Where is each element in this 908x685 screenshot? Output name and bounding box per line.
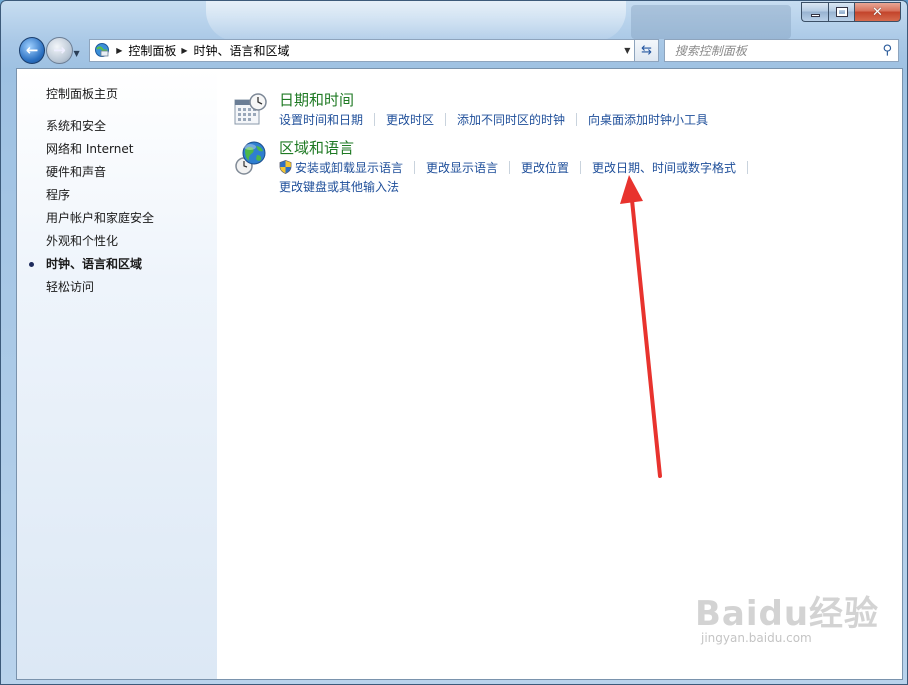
link-divider — [414, 161, 416, 174]
link-divider — [747, 161, 749, 174]
address-dropdown-icon[interactable]: ▼ — [624, 46, 630, 55]
address-bar[interactable]: ▶ 控制面板 ▶ 时钟、语言和区域 ▼ — [89, 38, 636, 62]
sidebar-item-network-internet[interactable]: 网络和 Internet — [46, 141, 154, 164]
glass-background — [631, 5, 791, 39]
search-placeholder: 搜索控制面板 — [674, 43, 747, 58]
breadcrumb-current[interactable]: 时钟、语言和区域 — [194, 42, 290, 59]
link-add-clock-gadget[interactable]: 向桌面添加时钟小工具 — [588, 111, 708, 128]
globe-clock-icon[interactable] — [233, 140, 269, 176]
link-label: 安装或卸载显示语言 — [295, 161, 404, 175]
watermark: Baidu经验 jingyan.baidu.com — [695, 586, 879, 645]
close-icon: ✕ — [872, 4, 883, 20]
link-change-display-language[interactable]: 更改显示语言 — [426, 159, 498, 176]
close-button[interactable]: ✕ — [854, 2, 901, 22]
breadcrumb-separator[interactable]: ▶ — [181, 46, 187, 55]
link-divider — [576, 113, 578, 126]
minimize-button[interactable] — [801, 2, 828, 22]
category-title-date-time[interactable]: 日期和时间 — [279, 89, 354, 110]
uac-shield-icon — [279, 160, 292, 174]
link-add-clocks[interactable]: 添加不同时区的时钟 — [457, 111, 565, 128]
search-input[interactable]: 搜索控制面板 ⚲ — [663, 38, 900, 62]
category-links-date-time: 设置时间和日期 更改时区 添加不同时区的时钟 向桌面添加时钟小工具 — [279, 111, 708, 128]
watermark-logo: Baidu经验 — [695, 594, 880, 634]
navigation-bar: ← → ▼ ▶ 控制面板 ▶ 时钟、语言和区域 ▼ ⇆ 搜索控制面板 ⚲ — [15, 35, 900, 65]
caption-buttons: ✕ — [801, 2, 901, 22]
link-divider — [509, 161, 511, 174]
sidebar-item-user-accounts[interactable]: 用户帐户和家庭安全 — [46, 210, 154, 233]
sidebar: 控制面板主页 系统和安全 网络和 Internet 硬件和声音 程序 用户帐户和… — [17, 69, 217, 679]
sidebar-item-programs[interactable]: 程序 — [46, 187, 154, 210]
recent-pages-dropdown[interactable]: ▼ — [74, 49, 84, 58]
sidebar-item-clock-language-region[interactable]: 时钟、语言和区域 — [29, 256, 154, 279]
sidebar-item-label: 时钟、语言和区域 — [46, 257, 143, 271]
refresh-button[interactable]: ⇆ — [635, 38, 659, 62]
sidebar-item-system-security[interactable]: 系统和安全 — [46, 118, 154, 141]
forward-arrow-icon: → — [53, 41, 66, 59]
sidebar-item-hardware-sound[interactable]: 硬件和声音 — [46, 164, 154, 187]
forward-button[interactable]: → — [46, 36, 73, 64]
category-title-region-language[interactable]: 区域和语言 — [279, 137, 354, 158]
maximize-icon — [835, 7, 848, 17]
link-set-time-date[interactable]: 设置时间和日期 — [279, 111, 363, 128]
link-divider — [445, 113, 447, 126]
sidebar-item-appearance[interactable]: 外观和个性化 — [46, 233, 154, 256]
calendar-clock-icon[interactable] — [233, 92, 269, 128]
breadcrumb-separator[interactable]: ▶ — [116, 46, 122, 55]
control-panel-icon — [93, 42, 111, 58]
back-arrow-icon: ← — [25, 41, 39, 59]
category-links-region-language-row2: 更改键盘或其他输入法 — [279, 178, 399, 195]
refresh-icon: ⇆ — [641, 42, 653, 58]
category-links-region-language: 安装或卸载显示语言 更改显示语言 更改位置 更改日期、时间或数字格式 — [279, 159, 759, 176]
minimize-icon — [810, 13, 820, 17]
link-divider — [374, 113, 376, 126]
control-panel-window: ✕ ← → ▼ ▶ 控制面板 ▶ 时钟、语言和区域 ▼ ⇆ 搜索控制面板 ⚲ 控… — [0, 0, 908, 685]
breadcrumb-control-panel[interactable]: 控制面板 — [128, 42, 176, 59]
maximize-button[interactable] — [828, 2, 854, 22]
active-bullet-icon — [29, 262, 34, 267]
link-install-display-language[interactable]: 安装或卸载显示语言 — [279, 159, 403, 176]
back-button[interactable]: ← — [19, 36, 46, 64]
link-change-date-time-number-format[interactable]: 更改日期、时间或数字格式 — [592, 159, 736, 176]
link-divider — [580, 161, 582, 174]
sidebar-item-ease-of-access[interactable]: 轻松访问 — [46, 279, 154, 302]
sidebar-list: 系统和安全 网络和 Internet 硬件和声音 程序 用户帐户和家庭安全 外观… — [29, 118, 154, 302]
link-change-keyboard-input[interactable]: 更改键盘或其他输入法 — [279, 178, 399, 195]
search-icon[interactable]: ⚲ — [882, 43, 892, 58]
link-change-location[interactable]: 更改位置 — [521, 159, 569, 176]
sidebar-home-link[interactable]: 控制面板主页 — [46, 85, 118, 102]
link-change-timezone[interactable]: 更改时区 — [386, 111, 434, 128]
